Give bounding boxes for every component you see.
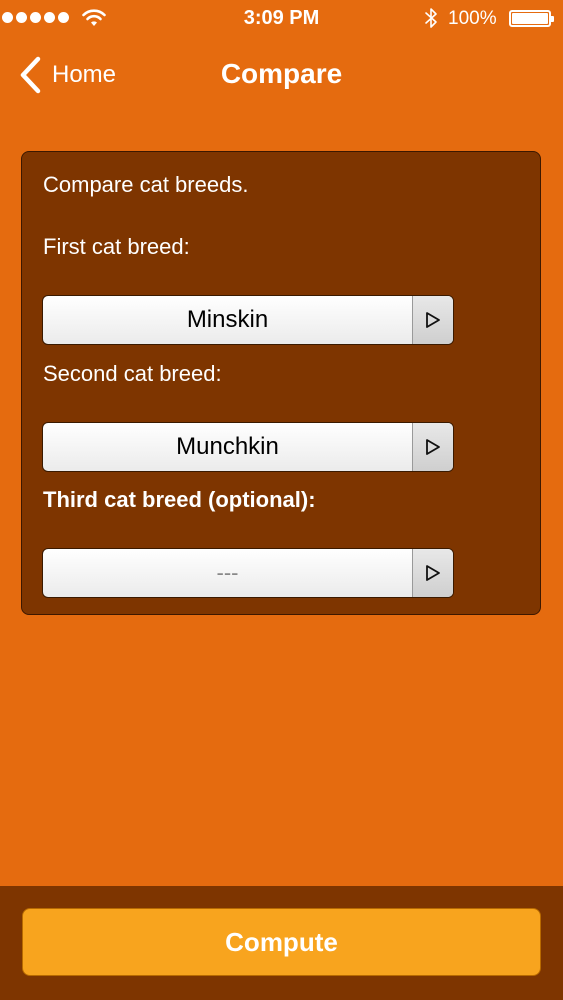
second-breed-picker[interactable]: Munchkin	[42, 422, 454, 472]
compute-button[interactable]: Compute	[22, 908, 541, 976]
bottom-toolbar: Compute	[0, 886, 563, 1000]
play-triangle-icon	[426, 439, 440, 455]
play-triangle-icon	[426, 312, 440, 328]
third-breed-value: ---	[216, 560, 239, 585]
compare-intro-text: Compare cat breeds.	[43, 172, 249, 197]
battery-icon	[509, 10, 554, 27]
navigation-bar: Home Compare	[0, 38, 563, 114]
page-title: Compare	[220, 58, 343, 89]
first-breed-picker[interactable]: Minskin	[42, 295, 454, 345]
bluetooth-icon	[425, 8, 437, 28]
compare-panel: Compare cat breeds. First cat breed: Min…	[21, 151, 541, 615]
second-breed-label: Second cat breed:	[43, 361, 222, 386]
first-breed-picker-button[interactable]	[412, 296, 453, 344]
first-breed-value: Minskin	[186, 306, 269, 333]
play-triangle-icon	[426, 565, 440, 581]
third-breed-label: Third cat breed (optional):	[43, 487, 316, 512]
second-breed-value: Munchkin	[176, 433, 279, 460]
first-breed-label: First cat breed:	[43, 234, 190, 259]
third-breed-picker-button[interactable]	[412, 549, 453, 597]
status-bar: 3:09 PM 100%	[0, 0, 563, 38]
third-breed-picker[interactable]: ---	[42, 548, 454, 598]
battery-percentage: 100%	[448, 8, 497, 29]
second-breed-picker-button[interactable]	[412, 423, 453, 471]
